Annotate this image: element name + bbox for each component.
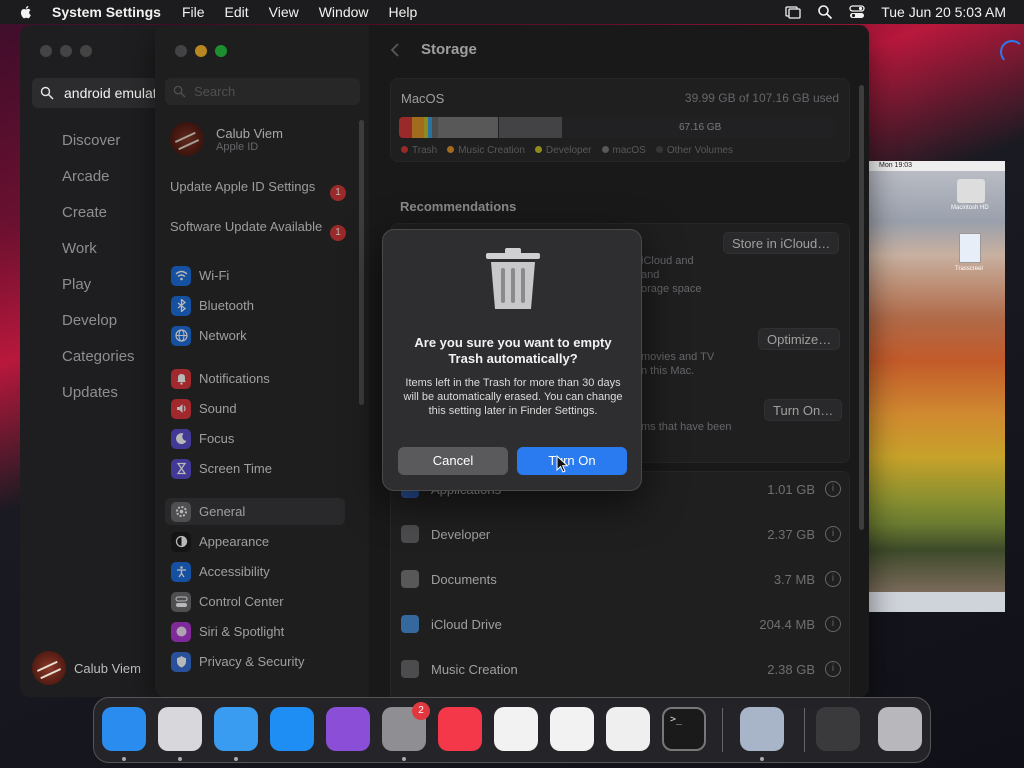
app-store-account[interactable]: Calub Viem <box>32 651 141 685</box>
menu-edit[interactable]: Edit <box>225 4 249 20</box>
app-store-nav: Discover Arcade Create Work Play Develop… <box>62 131 135 419</box>
disk-label: Macintosh HD <box>951 205 989 211</box>
launchpad-icon[interactable] <box>158 707 202 751</box>
running-indicator <box>760 757 764 761</box>
app-store-window: android emulat Discover Arcade Create Wo… <box>20 25 170 697</box>
document-icon <box>959 233 981 263</box>
dock-separator <box>722 708 723 752</box>
mouse-cursor-icon <box>556 455 569 473</box>
app-store-search-field[interactable]: android emulat <box>32 78 170 108</box>
avatar <box>32 651 66 685</box>
screen-mirroring-icon[interactable] <box>785 4 801 20</box>
nav-play[interactable]: Play <box>62 275 135 311</box>
thumbnail-dock <box>869 592 1005 612</box>
preview-finder-icon[interactable] <box>740 707 784 751</box>
nav-arcade[interactable]: Arcade <box>62 167 135 203</box>
nav-work[interactable]: Work <box>62 239 135 275</box>
nav-categories[interactable]: Categories <box>62 347 135 383</box>
nav-create[interactable]: Create <box>62 203 135 239</box>
apple-menu-icon[interactable] <box>18 4 34 20</box>
spotlight-search-icon[interactable] <box>817 4 833 20</box>
notification-badge: 2 <box>412 702 430 720</box>
music-icon[interactable] <box>438 707 482 751</box>
app-store-icon[interactable] <box>270 707 314 751</box>
system-settings-icon[interactable]: 2 <box>382 702 430 751</box>
nav-develop[interactable]: Develop <box>62 311 135 347</box>
minimize-button[interactable] <box>60 45 72 57</box>
control-center-icon[interactable] <box>849 4 865 20</box>
dock-separator <box>804 708 805 752</box>
running-indicator <box>402 757 406 761</box>
textedit-icon[interactable] <box>606 707 650 751</box>
nav-updates[interactable]: Updates <box>62 383 135 419</box>
menu-view[interactable]: View <box>269 4 299 20</box>
menu-clock[interactable]: Tue Jun 20 5:03 AM <box>881 4 1006 20</box>
dock: 2 >_ <box>93 697 931 763</box>
cancel-button[interactable]: Cancel <box>398 447 508 475</box>
finder-icon[interactable] <box>102 707 146 751</box>
search-icon <box>40 86 54 100</box>
loading-spinner-icon <box>1000 40 1024 64</box>
running-indicator <box>234 757 238 761</box>
screenshot-stack-icon[interactable] <box>816 707 860 751</box>
running-indicator <box>122 757 126 761</box>
nav-discover[interactable]: Discover <box>62 131 135 167</box>
thumbnail-wallpaper <box>869 171 1005 592</box>
trash-icon[interactable] <box>878 707 922 751</box>
photos-icon[interactable] <box>550 707 594 751</box>
dialog-message: Items left in the Trash for more than 30… <box>403 377 623 417</box>
zoom-button[interactable] <box>80 45 92 57</box>
menu-help[interactable]: Help <box>389 4 418 20</box>
menu-bar: System Settings File Edit View Window He… <box>0 0 1024 24</box>
app-store-traffic-lights <box>40 45 92 57</box>
safari-icon[interactable] <box>214 707 258 751</box>
empty-trash-dialog: Are you sure you want to empty Trash aut… <box>382 229 642 491</box>
screenshot-thumbnail[interactable]: Mon 19:03 Macintosh HD Trasscreel <box>869 161 1005 612</box>
podcasts-icon[interactable] <box>326 707 370 751</box>
search-value: android emulat <box>64 85 157 101</box>
account-name: Calub Viem <box>74 660 141 676</box>
menu-file[interactable]: File <box>182 4 205 20</box>
menu-app-name[interactable]: System Settings <box>52 4 161 20</box>
trash-icon <box>486 248 540 309</box>
menu-window[interactable]: Window <box>319 4 369 20</box>
close-button[interactable] <box>40 45 52 57</box>
terminal-icon[interactable]: >_ <box>662 707 706 751</box>
doc-label: Trasscreel <box>955 266 983 272</box>
freeform-icon[interactable] <box>494 707 538 751</box>
hard-disk-icon <box>957 179 985 203</box>
thumbnail-menubar: Mon 19:03 <box>869 161 1005 171</box>
dialog-title: Are you sure you want to empty Trash aut… <box>414 335 612 366</box>
turn-on-button[interactable]: Turn On <box>517 447 627 475</box>
running-indicator <box>178 757 182 761</box>
